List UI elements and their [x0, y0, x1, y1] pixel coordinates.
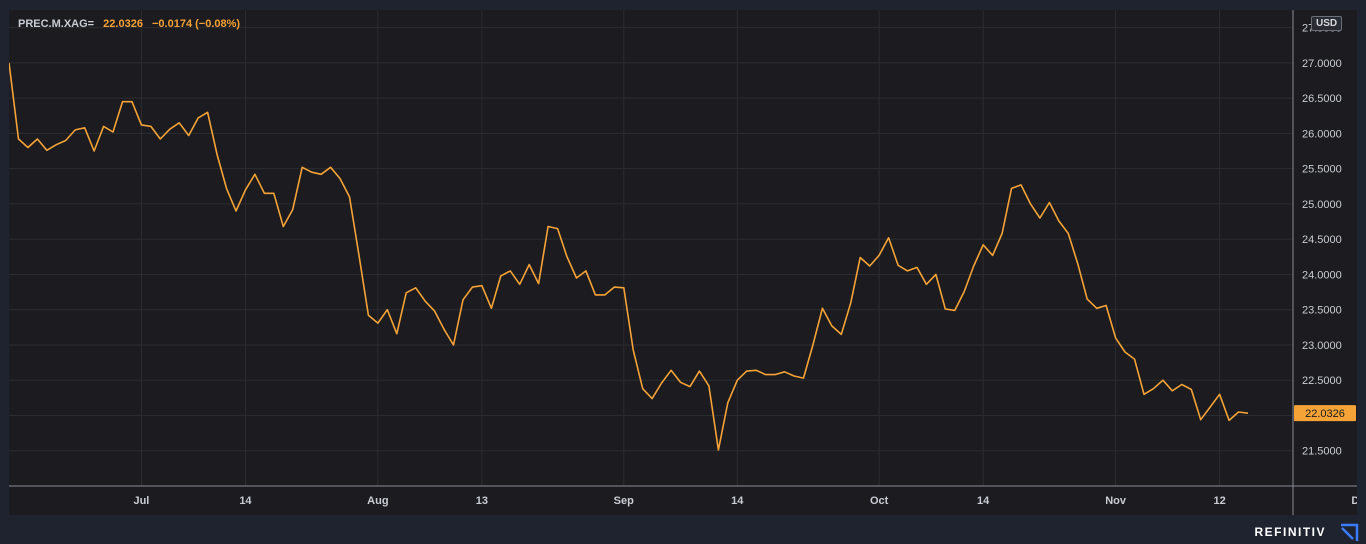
y-tick-label: 23.5000 — [1302, 305, 1342, 317]
x-tick-label: Dec — [1351, 495, 1357, 507]
currency-button[interactable]: USD — [1311, 16, 1343, 31]
y-tick-label: 25.0000 — [1302, 199, 1342, 211]
x-tick-label: 13 — [476, 495, 488, 507]
legend-symbol: PREC.M.XAG= — [18, 18, 95, 30]
legend: PREC.M.XAG= 22.0326 −0.0174 (−0.08%) — [18, 18, 240, 30]
x-tick-label: Jul — [133, 495, 149, 507]
y-tick-label: 24.5000 — [1302, 234, 1342, 246]
brand-logo-text: REFINITIV — [1254, 525, 1326, 539]
y-tick-label: 21.5000 — [1302, 446, 1342, 458]
x-tick-label: Oct — [870, 495, 889, 507]
y-tick-label: 22.5000 — [1302, 375, 1342, 387]
y-tick-label: 24.0000 — [1302, 269, 1342, 281]
chart-area[interactable]: 21.500022.000022.500023.000023.500024.00… — [9, 10, 1357, 515]
x-tick-label: 14 — [731, 495, 744, 507]
footer: REFINITIV — [0, 518, 1366, 544]
legend-change: −0.0174 (−0.08%) — [152, 18, 241, 30]
last-price-label: 22.0326 — [1305, 408, 1345, 420]
legend-last-value: 22.0326 — [103, 18, 143, 30]
x-tick-label: 12 — [1214, 495, 1226, 507]
x-tick-label: 14 — [977, 495, 990, 507]
y-tick-label: 26.0000 — [1302, 128, 1342, 140]
x-tick-label: Nov — [1105, 495, 1127, 507]
plot-background — [9, 10, 1357, 515]
y-tick-label: 25.5000 — [1302, 164, 1342, 176]
refinitiv-logo-icon — [1341, 523, 1359, 541]
x-tick-label: 14 — [239, 495, 252, 507]
line-chart[interactable]: 21.500022.000022.500023.000023.500024.00… — [9, 10, 1357, 515]
x-tick-label: Sep — [614, 495, 634, 507]
x-tick-label: Aug — [367, 495, 388, 507]
y-tick-label: 27.0000 — [1302, 58, 1342, 70]
y-tick-label: 23.0000 — [1302, 340, 1342, 352]
y-tick-label: 26.5000 — [1302, 93, 1342, 105]
